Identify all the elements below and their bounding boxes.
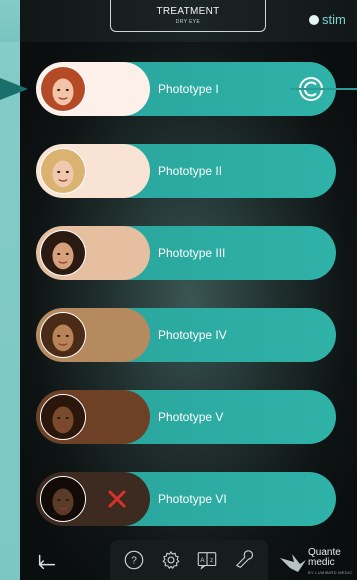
logo-dot-icon (309, 14, 319, 25)
phototype-label: Phototype II (158, 164, 223, 178)
selection-arrow-icon (0, 78, 28, 100)
face-avatar (40, 476, 86, 522)
help-icon[interactable]: ? (123, 549, 145, 571)
phototype-label: Phototype V (158, 410, 224, 424)
brand-tagline: BY LUMIBIRD MEDIC (308, 570, 353, 575)
settings-icon[interactable] (160, 549, 182, 571)
brand-logo: Quante medic BY LUMIBIRD MEDIC (278, 546, 357, 580)
face-avatar (40, 230, 86, 276)
wrench-icon[interactable] (233, 549, 255, 571)
language-icon[interactable]: A z (196, 549, 218, 571)
phototype-row[interactable]: Phototype III (36, 226, 336, 280)
top-logo-text: stim (322, 12, 346, 27)
brand-name-line2: medic (308, 557, 335, 568)
toolbar-icons: ? A z (110, 540, 268, 580)
treatment-subtitle: DRY EYE (175, 19, 201, 25)
phototype-label: Phototype I (158, 82, 219, 96)
phototype-row[interactable]: Phototype VI (36, 472, 336, 526)
phototype-row[interactable]: Phototype II (36, 144, 336, 198)
phototype-row[interactable]: Phototype IV (36, 308, 336, 362)
phototype-label: Phototype III (158, 246, 226, 260)
back-icon[interactable] (36, 550, 58, 572)
treatment-title: TREATMENT (156, 6, 220, 17)
face-avatar (40, 312, 86, 358)
top-logo: stim (309, 12, 357, 27)
phototype-label: Phototype VI (158, 492, 227, 506)
pointer-line (290, 88, 357, 90)
svg-text:z: z (210, 557, 213, 564)
svg-text:?: ? (131, 556, 137, 567)
svg-text:A: A (201, 557, 206, 564)
close-icon[interactable] (106, 488, 128, 510)
bottom-bar: ? A z Quante medic BY LUMIBIRD MEDIC (20, 540, 357, 580)
face-avatar (40, 66, 86, 112)
phototype-row[interactable]: Phototype V (36, 390, 336, 444)
phototype-label: Phototype IV (158, 328, 227, 342)
face-avatar (40, 394, 86, 440)
brand-bird-icon (280, 554, 306, 572)
treatment-header: TREATMENT DRY EYE (110, 0, 266, 32)
face-avatar (40, 148, 86, 194)
